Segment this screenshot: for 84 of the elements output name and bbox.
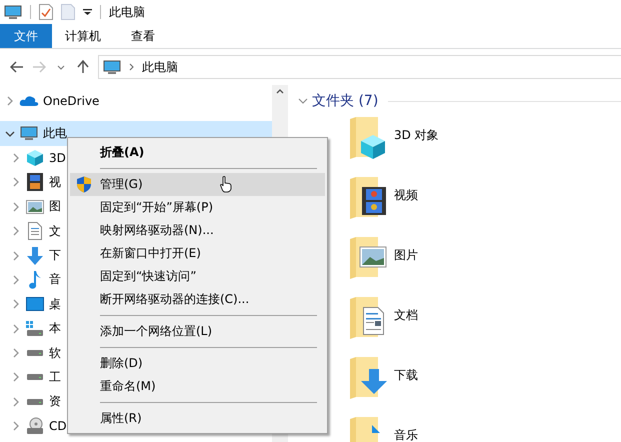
computer-icon [20, 126, 38, 142]
windows-drive-icon [26, 320, 44, 337]
chevron-right-icon [13, 372, 19, 382]
new-folder-icon [61, 4, 75, 20]
drive-icon [26, 398, 44, 406]
window-title: 此电脑 [109, 4, 145, 20]
ribbon-tab[interactable]: 文件 [0, 24, 52, 48]
picture-icon [26, 200, 44, 214]
sidebar-item[interactable]: 音 [49, 271, 61, 288]
music-note-icon [29, 270, 41, 289]
shield-icon [76, 176, 92, 193]
chevron-right-icon [13, 250, 19, 261]
group-title[interactable]: 文件夹 (7) [312, 92, 378, 110]
menu-item[interactable]: 断开网络驱动器的连接(C)... [70, 288, 325, 311]
sidebar-item[interactable]: 资 [49, 393, 61, 410]
back-arrow-icon [10, 61, 24, 73]
sidebar-item[interactable]: 文 [49, 222, 61, 240]
menu-item[interactable]: 固定到“快速访问” [70, 265, 325, 288]
address-bar[interactable]: 此电脑 [98, 55, 621, 79]
sidebar-item[interactable]: 本 [49, 320, 61, 338]
sidebar-item[interactable]: 此电 [43, 125, 67, 142]
folder-with-picture-icon [350, 237, 388, 279]
hand-cursor-icon [220, 176, 232, 193]
drive-icon [26, 373, 44, 382]
chevron-down-icon [5, 130, 15, 137]
folder-label[interactable]: 文档 [394, 307, 418, 324]
address-path: 此电脑 [142, 58, 178, 76]
folder-label[interactable]: 下载 [394, 367, 418, 384]
folder-label[interactable]: 图片 [394, 247, 418, 264]
chevron-right-icon [13, 274, 19, 285]
menu-item[interactable]: 固定到“开始”屏幕(P) [70, 196, 325, 219]
chevron-right-icon [13, 421, 19, 432]
sidebar-item[interactable]: 桌 [49, 296, 61, 313]
folder-label[interactable]: 视频 [394, 187, 418, 204]
chevron-right-icon [13, 226, 19, 236]
menu-item[interactable]: 删除(D) [70, 352, 325, 375]
menu-item[interactable]: 在新窗口中打开(E) [70, 242, 325, 265]
sidebar-item[interactable]: CD [49, 419, 67, 434]
chevron-down-icon [298, 98, 308, 104]
disc-drive-icon [26, 417, 44, 436]
computer-icon [4, 4, 22, 20]
sidebar-item[interactable]: 3D [49, 150, 66, 165]
menu-item[interactable]: 属性(R) [70, 407, 325, 430]
folder-with-cube-icon [350, 117, 388, 159]
sidebar-item[interactable]: 图 [49, 198, 61, 216]
desktop-icon [26, 297, 44, 312]
sidebar-item[interactable]: 下 [49, 247, 61, 264]
cube-icon [26, 148, 44, 167]
forward-arrow-icon [32, 61, 46, 73]
ribbon-tab[interactable]: 查看 [118, 24, 168, 48]
folder-label[interactable]: 3D 对象 [394, 127, 439, 144]
menu-item[interactable]: 管理(G) [70, 173, 325, 196]
scroll-up-icon [276, 89, 284, 94]
sidebar-item[interactable]: OneDrive [43, 94, 100, 108]
ribbon-tab[interactable]: 计算机 [52, 24, 114, 48]
menu-item[interactable]: 映射网络驱动器(N)... [70, 219, 325, 242]
folder-label[interactable]: 音乐 [394, 427, 418, 442]
menu-item[interactable]: 重命名(M) [70, 375, 325, 398]
dropdown-icon [83, 9, 92, 15]
film-icon [27, 173, 43, 192]
drive-icon [26, 349, 44, 358]
chevron-right-icon [13, 324, 19, 334]
chevron-right-icon [13, 177, 19, 188]
computer-icon [103, 60, 121, 74]
chevron-right-icon [13, 396, 19, 407]
folder-with-arrow-icon [350, 357, 388, 399]
down-arrow-icon [27, 246, 43, 265]
chevron-right-icon [7, 96, 13, 106]
chevron-right-icon [13, 299, 19, 310]
sidebar-item[interactable]: 视 [49, 174, 61, 191]
menu-item[interactable]: 折叠(A) [70, 141, 325, 164]
chevron-right-icon [13, 202, 19, 212]
chevron-down-icon [57, 64, 65, 70]
up-arrow-icon [77, 60, 89, 74]
folder-with-film-icon [350, 177, 388, 219]
sidebar-item[interactable]: 工 [49, 368, 61, 386]
sidebar-item[interactable]: 软 [49, 344, 61, 362]
chevron-right-icon [129, 63, 134, 71]
cloud-icon [19, 94, 39, 108]
document-icon [28, 222, 42, 240]
menu-item[interactable]: 添加一个网络位置(L) [70, 320, 325, 343]
chevron-right-icon [13, 348, 19, 358]
chevron-right-icon [13, 152, 19, 163]
properties-icon [39, 4, 53, 20]
